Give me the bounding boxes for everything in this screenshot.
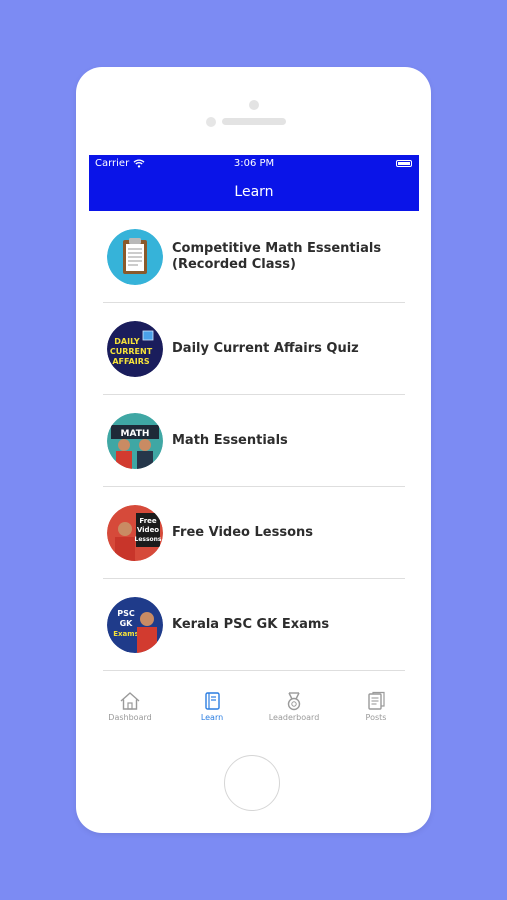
tab-bar: Dashboard Learn Leaderboard Posts [89, 685, 419, 733]
thumb-text-line: DAILY [114, 337, 140, 346]
free-video-lessons-thumbnail: Free Video Lessons [107, 505, 163, 561]
tab-label: Dashboard [108, 713, 152, 722]
tab-leaderboard[interactable]: Leaderboard [253, 685, 335, 722]
list-item[interactable]: Competitive Math Essentials (Recorded Cl… [89, 211, 419, 303]
thumb-text-line: Video [137, 526, 159, 534]
app-screen: Carrier 3:06 PM Learn Competitive Math E… [89, 155, 419, 733]
thumb-text-line: Free [139, 517, 157, 525]
tab-label: Leaderboard [268, 713, 320, 722]
course-title: Free Video Lessons [172, 524, 313, 540]
psc-gk-exams-thumbnail: PSC GK Exams [107, 597, 163, 653]
thumb-text-line: Lessons [135, 536, 162, 543]
math-essentials-thumbnail: MATH [107, 413, 163, 469]
front-camera [206, 117, 216, 127]
course-title: Competitive Math Essentials (Recorded Cl… [172, 240, 382, 272]
battery-icon [396, 160, 412, 167]
list-item[interactable]: PSC GK Exams Kerala PSC GK Exams [89, 579, 419, 671]
course-title: Math Essentials [172, 432, 288, 448]
tab-posts[interactable]: Posts [335, 685, 417, 722]
thumb-text-line: GK [120, 619, 134, 628]
tab-learn[interactable]: Learn [171, 685, 253, 722]
page-title: Learn [234, 184, 274, 200]
thumb-text-line: CURRENT [110, 347, 153, 356]
medal-icon [287, 692, 301, 711]
earpiece-speaker [222, 118, 286, 125]
divider [103, 670, 405, 671]
tab-dashboard[interactable]: Dashboard [89, 685, 171, 722]
navigation-bar: Carrier 3:06 PM Learn [89, 155, 419, 211]
list-item[interactable]: Free Video Lessons Free Video Lessons [89, 487, 419, 579]
home-icon [120, 692, 140, 710]
front-sensor [249, 100, 259, 110]
thumb-text-line: Exams [113, 630, 138, 638]
book-icon [205, 692, 220, 710]
course-title: Daily Current Affairs Quiz [172, 340, 359, 356]
thumb-text-line: MATH [121, 429, 150, 439]
course-title: Kerala PSC GK Exams [172, 616, 330, 632]
course-list: Competitive Math Essentials (Recorded Cl… [89, 211, 419, 671]
list-item[interactable]: MATH Math Essentials [89, 395, 419, 487]
status-time: 3:06 PM [233, 158, 275, 169]
phone-frame: Carrier 3:06 PM Learn Competitive Math E… [76, 67, 431, 833]
posts-icon [368, 691, 385, 710]
tab-label: Posts [365, 713, 387, 722]
thumb-text-line: PSC [117, 609, 135, 618]
daily-current-affairs-thumbnail: DAILY CURRENT AFFAIRS [107, 321, 163, 377]
list-item[interactable]: DAILY CURRENT AFFAIRS Daily Current Affa… [89, 303, 419, 395]
clipboard-icon [107, 229, 163, 285]
thumb-text-line: AFFAIRS [112, 357, 150, 366]
home-button[interactable] [224, 755, 280, 811]
tab-label: Learn [200, 713, 224, 722]
